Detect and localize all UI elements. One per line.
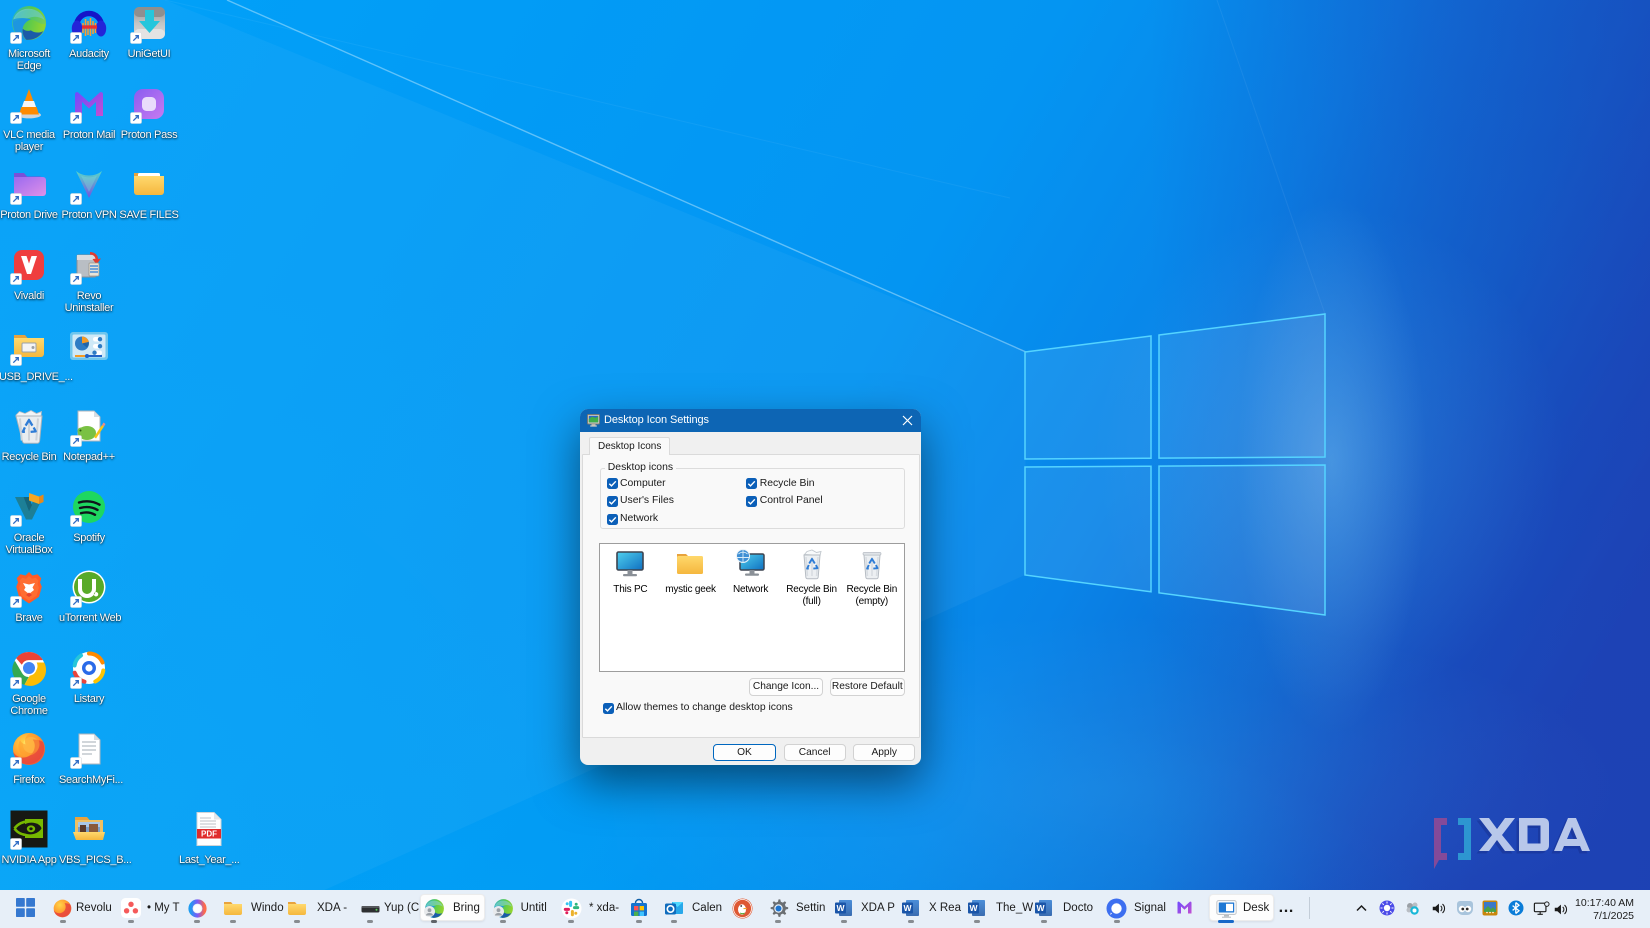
svg-text:W: W bbox=[1036, 903, 1045, 913]
svg-text:W: W bbox=[969, 903, 978, 913]
svg-text:W: W bbox=[836, 903, 845, 913]
svg-text:PDF: PDF bbox=[201, 830, 217, 839]
svg-text:W: W bbox=[903, 903, 912, 913]
